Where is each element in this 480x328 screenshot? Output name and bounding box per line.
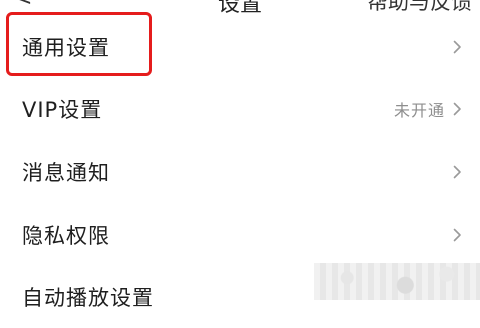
settings-item-vip[interactable]: VIP设置 未开通: [0, 78, 480, 140]
vip-status-value: 未开通: [393, 101, 445, 120]
chevron-right-icon: [453, 165, 461, 179]
chevron-right-icon: [453, 102, 461, 116]
top-bar: < 设置 帮助与反馈: [0, 0, 480, 17]
chevron-right-icon: [453, 228, 461, 242]
chevron-right-icon: [453, 40, 461, 54]
highlight-box: [6, 12, 152, 76]
help-feedback-link[interactable]: 帮助与反馈: [367, 0, 472, 16]
settings-item-label: VIP设置: [22, 98, 103, 122]
settings-item-notifications[interactable]: 消息通知: [0, 141, 480, 203]
settings-item-label: 消息通知: [22, 161, 110, 185]
settings-item-label: 自动播放设置: [22, 286, 154, 310]
watermark-blur: [314, 263, 480, 300]
settings-item-label: 隐私权限: [22, 224, 110, 248]
settings-item-privacy[interactable]: 隐私权限: [0, 204, 480, 266]
